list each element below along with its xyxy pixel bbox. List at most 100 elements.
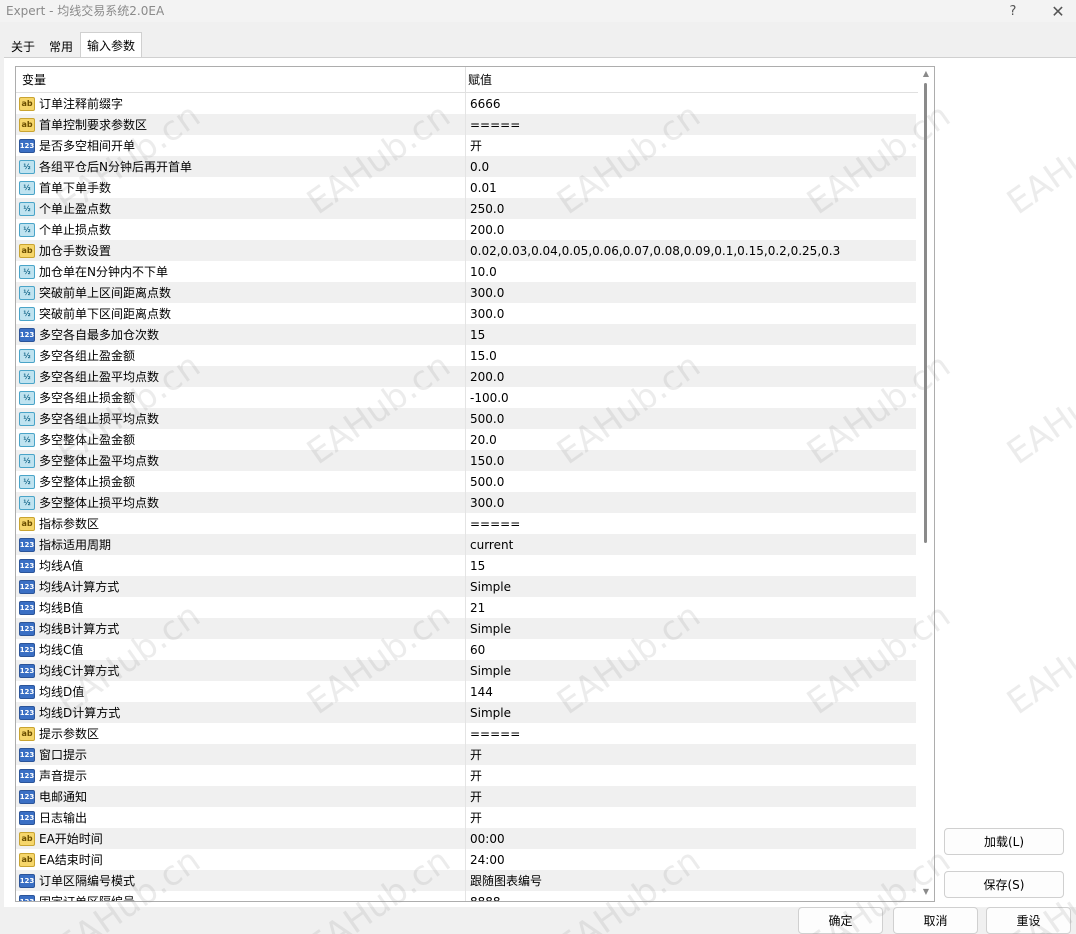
- ok-button[interactable]: 确定: [798, 907, 883, 934]
- scroll-up-icon[interactable]: ▲: [921, 69, 931, 79]
- table-row[interactable]: ab 首单控制要求参数区 =====: [16, 114, 916, 135]
- table-row[interactable]: ½ 个单止损点数 200.0: [16, 219, 916, 240]
- value-cell[interactable]: 300.0: [465, 303, 916, 324]
- variable-cell[interactable]: ½ 多空各组止损平均点数: [16, 408, 465, 429]
- value-cell[interactable]: 0.01: [465, 177, 916, 198]
- value-cell[interactable]: 8888: [465, 891, 916, 901]
- value-cell[interactable]: 0.0: [465, 156, 916, 177]
- table-row[interactable]: 123 指标适用周期 current: [16, 534, 916, 555]
- table-row[interactable]: ½ 多空各组止盈金额 15.0: [16, 345, 916, 366]
- table-row[interactable]: 123 日志输出 开: [16, 807, 916, 828]
- value-cell[interactable]: 20.0: [465, 429, 916, 450]
- variable-cell[interactable]: 123 窗口提示: [16, 744, 465, 765]
- value-cell[interactable]: 250.0: [465, 198, 916, 219]
- value-cell[interactable]: 跟随图表编号: [465, 870, 916, 891]
- table-row[interactable]: 123 均线B计算方式 Simple: [16, 618, 916, 639]
- variable-cell[interactable]: ½ 多空各组止盈平均点数: [16, 366, 465, 387]
- table-row[interactable]: 123 固定订单区隔编号 8888: [16, 891, 916, 901]
- value-cell[interactable]: 60: [465, 639, 916, 660]
- value-cell[interactable]: 15: [465, 555, 916, 576]
- variable-cell[interactable]: 123 订单区隔编号模式: [16, 870, 465, 891]
- variable-cell[interactable]: ½ 多空整体止盈金额: [16, 429, 465, 450]
- value-cell[interactable]: 开: [465, 786, 916, 807]
- load-button[interactable]: 加载(L): [944, 828, 1064, 855]
- value-cell[interactable]: 开: [465, 135, 916, 156]
- table-row[interactable]: ab EA开始时间 00:00: [16, 828, 916, 849]
- table-row[interactable]: 123 订单区隔编号模式 跟随图表编号: [16, 870, 916, 891]
- variable-cell[interactable]: ½ 加仓单在N分钟内不下单: [16, 261, 465, 282]
- variable-cell[interactable]: ab EA开始时间: [16, 828, 465, 849]
- value-cell[interactable]: Simple: [465, 702, 916, 723]
- value-cell[interactable]: 6666: [465, 93, 916, 114]
- tab-common[interactable]: 常用: [42, 34, 81, 58]
- help-icon[interactable]: ?: [999, 0, 1027, 22]
- table-row[interactable]: ½ 多空整体止损平均点数 300.0: [16, 492, 916, 513]
- variable-cell[interactable]: ½ 首单下单手数: [16, 177, 465, 198]
- variable-cell[interactable]: 123 均线D计算方式: [16, 702, 465, 723]
- value-cell[interactable]: 15: [465, 324, 916, 345]
- value-cell[interactable]: 开: [465, 744, 916, 765]
- variable-cell[interactable]: 123 声音提示: [16, 765, 465, 786]
- table-row[interactable]: ½ 多空各组止盈平均点数 200.0: [16, 366, 916, 387]
- variable-cell[interactable]: 123 均线A值: [16, 555, 465, 576]
- table-row[interactable]: ½ 多空整体止盈金额 20.0: [16, 429, 916, 450]
- scrollbar-thumb[interactable]: [924, 83, 927, 543]
- table-row[interactable]: 123 声音提示 开: [16, 765, 916, 786]
- value-cell[interactable]: =====: [465, 513, 916, 534]
- variable-cell[interactable]: 123 是否多空相间开单: [16, 135, 465, 156]
- variable-cell[interactable]: ab 指标参数区: [16, 513, 465, 534]
- variable-cell[interactable]: 123 电邮通知: [16, 786, 465, 807]
- table-row[interactable]: 123 多空各自最多加仓次数 15: [16, 324, 916, 345]
- table-row[interactable]: ab 提示参数区 =====: [16, 723, 916, 744]
- table-row[interactable]: ab EA结束时间 24:00: [16, 849, 916, 870]
- variable-cell[interactable]: 123 多空各自最多加仓次数: [16, 324, 465, 345]
- column-header-variable[interactable]: 变量: [22, 67, 46, 93]
- table-row[interactable]: ½ 首单下单手数 0.01: [16, 177, 916, 198]
- variable-cell[interactable]: ½ 多空各组止盈金额: [16, 345, 465, 366]
- reset-button[interactable]: 重设: [986, 907, 1071, 934]
- scroll-down-icon[interactable]: ▼: [921, 887, 931, 897]
- variable-cell[interactable]: ½ 多空整体止损金额: [16, 471, 465, 492]
- variable-cell[interactable]: ab 订单注释前缀字: [16, 93, 465, 114]
- variable-cell[interactable]: 123 日志输出: [16, 807, 465, 828]
- table-row[interactable]: 123 电邮通知 开: [16, 786, 916, 807]
- variable-cell[interactable]: ab 加仓手数设置: [16, 240, 465, 261]
- variable-cell[interactable]: 123 均线C计算方式: [16, 660, 465, 681]
- variable-cell[interactable]: ½ 多空整体止损平均点数: [16, 492, 465, 513]
- vertical-scrollbar[interactable]: ▲ ▼: [918, 67, 934, 901]
- close-icon[interactable]: ✕: [1044, 0, 1072, 22]
- value-cell[interactable]: current: [465, 534, 916, 555]
- table-row[interactable]: 123 均线C计算方式 Simple: [16, 660, 916, 681]
- column-header-value[interactable]: 赋值: [468, 67, 492, 93]
- variable-cell[interactable]: 123 指标适用周期: [16, 534, 465, 555]
- table-row[interactable]: ½ 多空各组止损平均点数 500.0: [16, 408, 916, 429]
- variable-cell[interactable]: ½ 突破前单下区间距离点数: [16, 303, 465, 324]
- variable-cell[interactable]: ½ 多空各组止损金额: [16, 387, 465, 408]
- table-row[interactable]: 123 均线D值 144: [16, 681, 916, 702]
- value-cell[interactable]: 24:00: [465, 849, 916, 870]
- variable-cell[interactable]: 123 均线A计算方式: [16, 576, 465, 597]
- table-row[interactable]: ab 订单注释前缀字 6666: [16, 93, 916, 114]
- tab-about[interactable]: 关于: [4, 34, 43, 58]
- value-cell[interactable]: -100.0: [465, 387, 916, 408]
- table-row[interactable]: 123 均线D计算方式 Simple: [16, 702, 916, 723]
- value-cell[interactable]: 0.02,0.03,0.04,0.05,0.06,0.07,0.08,0.09,…: [465, 240, 916, 261]
- value-cell[interactable]: 200.0: [465, 219, 916, 240]
- table-row[interactable]: 123 均线A计算方式 Simple: [16, 576, 916, 597]
- column-divider[interactable]: [465, 67, 466, 93]
- value-cell[interactable]: 144: [465, 681, 916, 702]
- value-cell[interactable]: 500.0: [465, 471, 916, 492]
- value-cell[interactable]: =====: [465, 723, 916, 744]
- table-row[interactable]: ½ 个单止盈点数 250.0: [16, 198, 916, 219]
- variable-cell[interactable]: ½ 个单止损点数: [16, 219, 465, 240]
- value-cell[interactable]: 开: [465, 765, 916, 786]
- variable-cell[interactable]: ab 提示参数区: [16, 723, 465, 744]
- table-row[interactable]: 123 均线A值 15: [16, 555, 916, 576]
- variable-cell[interactable]: 123 均线B值: [16, 597, 465, 618]
- table-row[interactable]: 123 均线C值 60: [16, 639, 916, 660]
- value-cell[interactable]: 15.0: [465, 345, 916, 366]
- value-cell[interactable]: 10.0: [465, 261, 916, 282]
- table-row[interactable]: ½ 突破前单上区间距离点数 300.0: [16, 282, 916, 303]
- table-row[interactable]: ½ 多空整体止盈平均点数 150.0: [16, 450, 916, 471]
- value-cell[interactable]: Simple: [465, 660, 916, 681]
